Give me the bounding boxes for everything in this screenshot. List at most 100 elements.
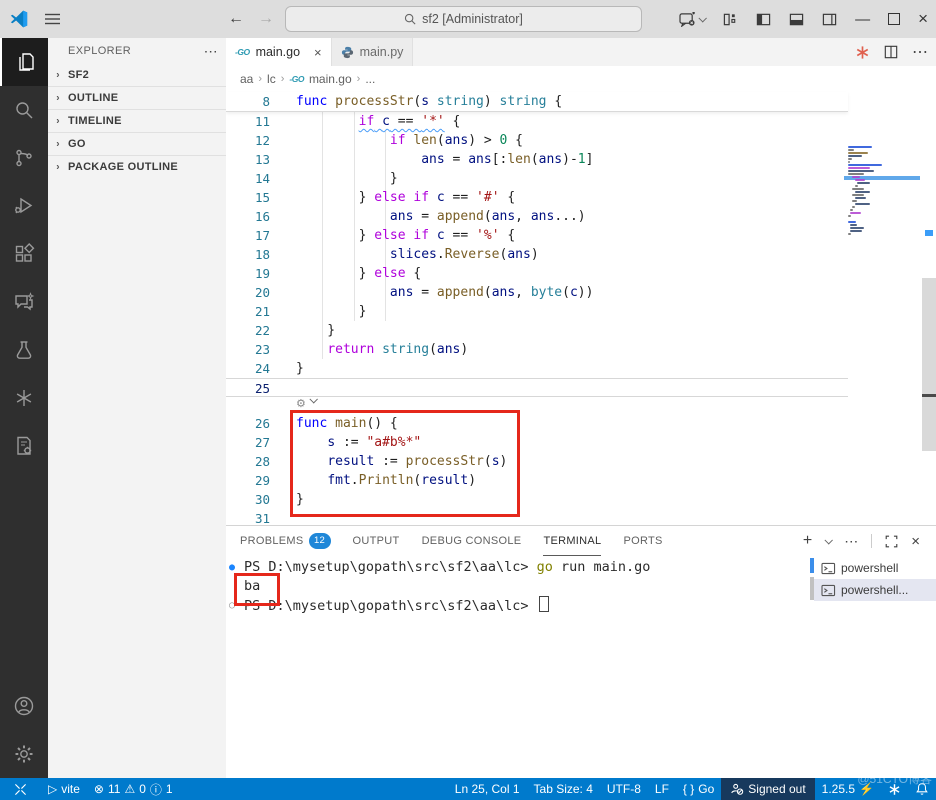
encoding[interactable]: UTF-8 bbox=[600, 778, 648, 800]
activity-testing-icon[interactable] bbox=[0, 326, 48, 374]
activity-explorer-icon[interactable] bbox=[0, 38, 50, 86]
maximize-panel-icon[interactable] bbox=[885, 535, 898, 548]
toggle-secondary-sidebar-icon[interactable] bbox=[822, 12, 837, 27]
notifications-bell-icon[interactable] bbox=[908, 778, 936, 800]
sidebar-section-outline[interactable]: › OUTLINE bbox=[48, 86, 226, 109]
terminal-list-item[interactable]: powershell bbox=[814, 557, 936, 579]
sidebar-more-actions-icon[interactable]: ⋯ bbox=[204, 43, 218, 60]
code-line-12[interactable]: 12 if len(ans) > 0 { bbox=[226, 131, 848, 150]
problems-summary[interactable]: ⊗ 11 ⚠ 0 ⓘ 1 bbox=[87, 778, 180, 800]
sidebar-section-timeline[interactable]: › TIMELINE bbox=[48, 109, 226, 132]
run-codelens-widget[interactable]: ⚙ bbox=[226, 395, 848, 414]
command-decoration-dot[interactable]: ● bbox=[229, 558, 235, 577]
breadcrumb-item[interactable]: aa bbox=[240, 72, 253, 86]
code-line-24[interactable]: 24} bbox=[226, 359, 848, 378]
extension-asterisk-icon[interactable] bbox=[855, 45, 870, 60]
task-vite-button[interactable]: ▷ vite bbox=[41, 778, 87, 800]
editor-scrollbar[interactable] bbox=[922, 146, 936, 525]
terminal-list-item[interactable]: powershell... bbox=[814, 579, 936, 601]
activity-extensions-icon[interactable] bbox=[0, 230, 48, 278]
tab-close-icon[interactable]: × bbox=[314, 45, 322, 60]
activity-accounts-icon[interactable] bbox=[0, 682, 48, 730]
code-line-27[interactable]: 27 s := "a#b%*" bbox=[226, 433, 848, 452]
window-close-button[interactable]: × bbox=[918, 9, 928, 29]
activity-search-icon[interactable] bbox=[0, 86, 48, 134]
code-line-20[interactable]: 20 ans = append(ans, byte(c)) bbox=[226, 283, 848, 302]
eol[interactable]: LF bbox=[648, 778, 676, 800]
command-decoration-dot[interactable]: ○ bbox=[229, 596, 235, 615]
activity-chat-icon[interactable] bbox=[0, 278, 48, 326]
code-line-31[interactable]: 31 bbox=[226, 509, 848, 525]
code-area[interactable]: 8 func processStr(s string) string { 11 i… bbox=[226, 92, 936, 525]
remote-indicator-icon[interactable] bbox=[0, 778, 41, 800]
split-editor-icon[interactable] bbox=[884, 45, 898, 59]
code-line-17[interactable]: 17 } else if c == '%' { bbox=[226, 226, 848, 245]
go-version[interactable]: 1.25.5 ⚡ bbox=[815, 778, 881, 800]
toggle-primary-sidebar-icon[interactable] bbox=[756, 12, 771, 27]
sidebar-section-sf2[interactable]: › SF2 bbox=[48, 64, 226, 86]
activity-settings-gear-icon[interactable] bbox=[0, 730, 48, 778]
code-line-26[interactable]: 26 func main() { bbox=[226, 414, 848, 433]
tab-main-go[interactable]: -GO main.go × bbox=[226, 38, 332, 66]
code-line-14[interactable]: 14 } bbox=[226, 169, 848, 188]
chevron-down-icon[interactable] bbox=[309, 395, 318, 404]
code-line-16[interactable]: 16 ans = append(ans, ans...) bbox=[226, 207, 848, 226]
editor-more-actions-icon[interactable]: ⋯ bbox=[912, 42, 928, 62]
scrollbar-thumb[interactable] bbox=[922, 278, 936, 451]
sidebar-section-go[interactable]: › GO bbox=[48, 132, 226, 155]
status-bar: ▷ vite ⊗ 11 ⚠ 0 ⓘ 1 Ln 25, Col 1 Tab Siz… bbox=[0, 778, 936, 800]
breadcrumb-item[interactable]: ... bbox=[365, 72, 375, 86]
code-line-25[interactable]: 25 bbox=[226, 378, 848, 397]
code-line-22[interactable]: 22 } bbox=[226, 321, 848, 340]
panel-tab-terminal[interactable]: TERMINAL bbox=[543, 526, 602, 556]
terminal-output[interactable]: ● PS D:\mysetup\gopath\src\sf2\aa\lc> go … bbox=[226, 558, 806, 779]
panel-tab-output[interactable]: OUTPUT bbox=[353, 526, 400, 556]
code-line-13[interactable]: 13 ans = ans[:len(ans)-1] bbox=[226, 150, 848, 169]
sticky-scroll-line[interactable]: 8 func processStr(s string) string { bbox=[226, 92, 848, 112]
code-line-23[interactable]: 23 return string(ans) bbox=[226, 340, 848, 359]
terminal-dropdown-chevron-icon[interactable] bbox=[824, 536, 834, 545]
nav-back-icon[interactable]: ← bbox=[228, 10, 244, 28]
breadcrumb-item[interactable]: main.go bbox=[309, 72, 352, 86]
extension-swirl-status-icon[interactable] bbox=[881, 778, 908, 800]
signed-out-status[interactable]: Signed out bbox=[721, 778, 815, 800]
terminal-icon bbox=[821, 584, 836, 597]
copilot-icon[interactable] bbox=[679, 11, 708, 27]
new-terminal-icon[interactable]: + bbox=[803, 532, 812, 550]
code-line-15[interactable]: 15 } else if c == '#' { bbox=[226, 188, 848, 207]
panel-tab-problems[interactable]: PROBLEMS 12 bbox=[240, 526, 331, 556]
code-line-21[interactable]: 21 } bbox=[226, 302, 848, 321]
activity-source-control-icon[interactable] bbox=[0, 134, 48, 182]
code-line-29[interactable]: 29 fmt.Println(result) bbox=[226, 471, 848, 490]
code-line-30[interactable]: 30} bbox=[226, 490, 848, 509]
close-panel-icon[interactable]: × bbox=[911, 533, 920, 550]
code-line-19[interactable]: 19 } else { bbox=[226, 264, 848, 283]
activity-run-debug-icon[interactable] bbox=[0, 182, 48, 230]
activity-swirl-extension-icon[interactable] bbox=[0, 374, 48, 422]
command-center-search[interactable]: sf2 [Administrator] bbox=[285, 6, 642, 32]
breadcrumb[interactable]: aa › lc › -GO main.go › ... bbox=[226, 66, 936, 92]
tab-main-py[interactable]: main.py bbox=[331, 38, 414, 66]
window-maximize-button[interactable] bbox=[888, 13, 901, 25]
breadcrumb-item[interactable]: lc bbox=[267, 72, 276, 86]
panel-tab-ports[interactable]: PORTS bbox=[623, 526, 662, 556]
code-line-28[interactable]: 28 result := processStr(s) bbox=[226, 452, 848, 471]
customize-layout-icon[interactable] bbox=[723, 12, 738, 27]
panel-more-actions-icon[interactable]: ⋯ bbox=[844, 533, 858, 550]
activity-file-settings-extension-icon[interactable] bbox=[0, 422, 48, 470]
language-mode[interactable]: { } Go bbox=[676, 778, 721, 800]
cursor-position[interactable]: Ln 25, Col 1 bbox=[448, 778, 527, 800]
toggle-panel-icon[interactable] bbox=[789, 12, 804, 27]
menu-hamburger-icon[interactable] bbox=[45, 13, 60, 25]
minimap[interactable] bbox=[844, 146, 920, 266]
nav-forward-icon[interactable]: → bbox=[258, 10, 274, 28]
sidebar-title: EXPLORER bbox=[68, 45, 132, 57]
gear-icon[interactable]: ⚙ bbox=[270, 397, 306, 414]
code-line-11[interactable]: 11 if c == '*' { bbox=[226, 112, 848, 131]
divider bbox=[871, 534, 873, 548]
panel-tab-debug-console[interactable]: DEBUG CONSOLE bbox=[422, 526, 522, 556]
code-line-18[interactable]: 18 slices.Reverse(ans) bbox=[226, 245, 848, 264]
window-minimize-button[interactable]: — bbox=[855, 11, 870, 28]
sidebar-section-package-outline[interactable]: › PACKAGE OUTLINE bbox=[48, 155, 226, 178]
tab-size[interactable]: Tab Size: 4 bbox=[527, 778, 600, 800]
